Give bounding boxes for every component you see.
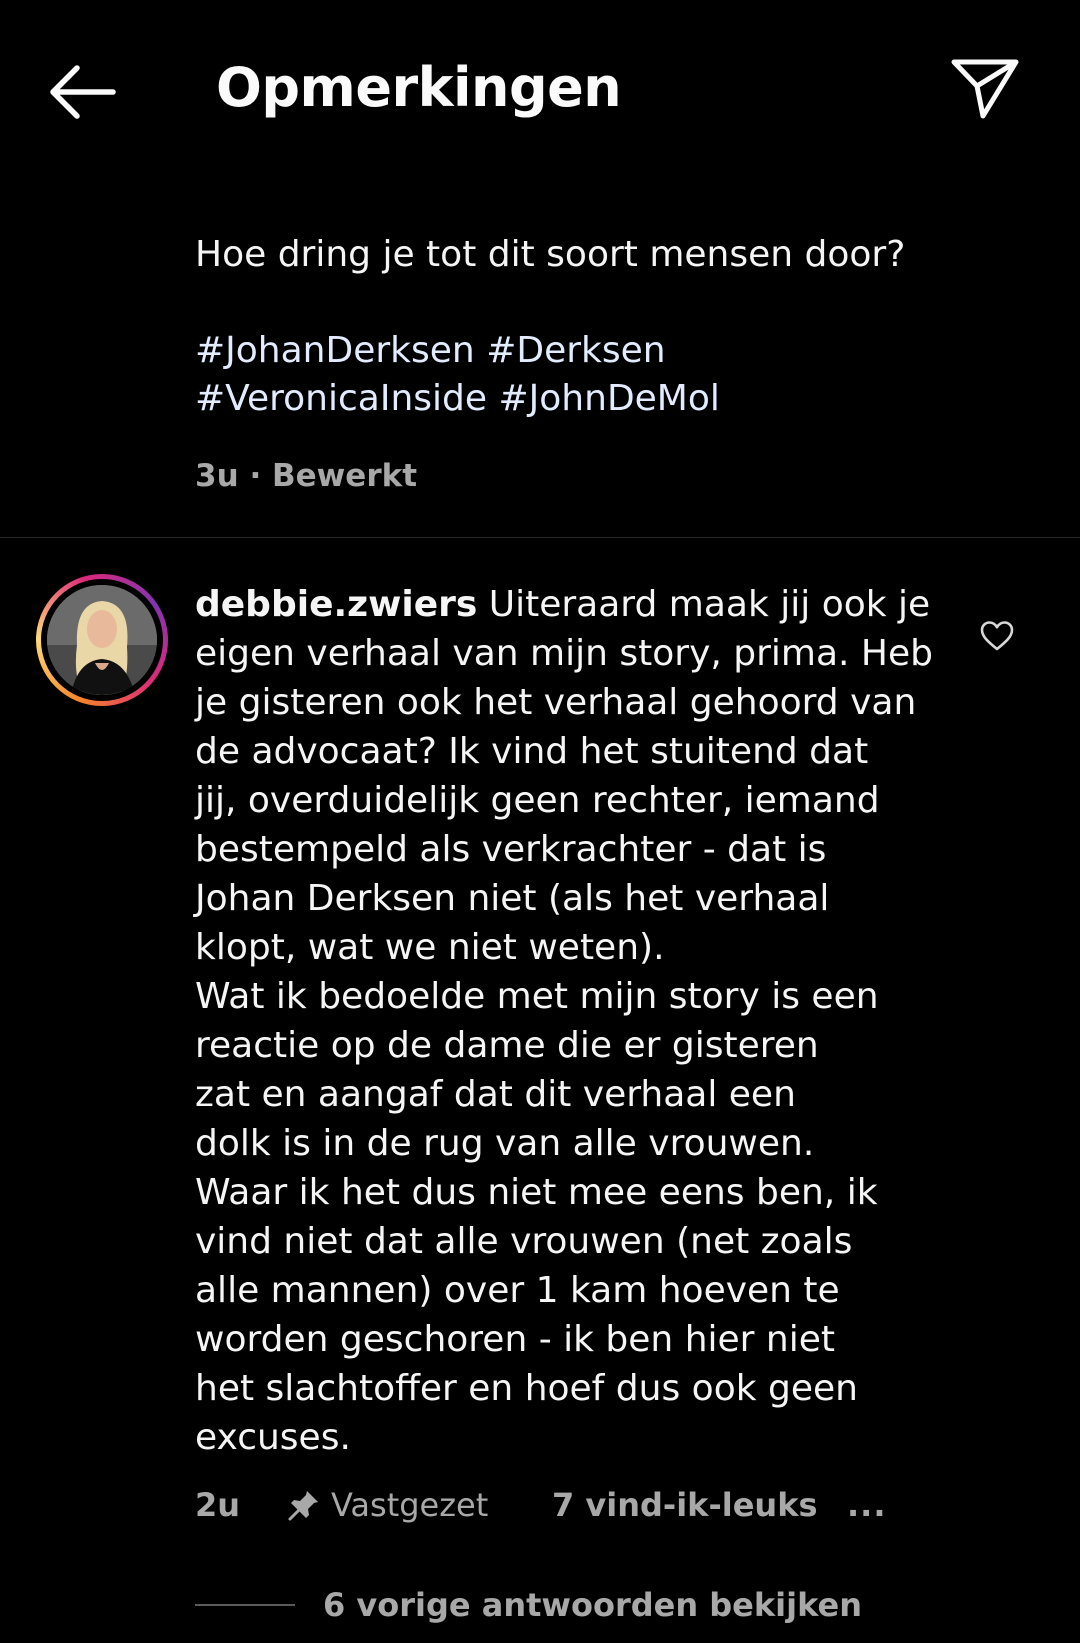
view-replies-button[interactable]: 6 vorige antwoorden bekijken [195, 1586, 862, 1624]
likes-count-link[interactable]: 7 vind-ik-leuks [552, 1486, 847, 1524]
meta-separator: · [249, 458, 262, 494]
comment-text: Uiteraard maak jij ook je eigen verhaal … [195, 584, 933, 1458]
arrow-left-icon [50, 65, 116, 119]
hashtags: #JohanDerksen #Derksen #VeronicaInside #… [195, 327, 995, 423]
divider [0, 537, 1080, 538]
caption-meta: 3u · Bewerkt [195, 458, 417, 494]
comment-body: debbie.zwiers Uiteraard maak jij ook je … [195, 580, 935, 1462]
heart-outline-icon [980, 621, 1014, 651]
share-button[interactable] [945, 48, 1025, 128]
view-replies-label: 6 vorige antwoorden bekijken [323, 1586, 862, 1624]
pin-icon [288, 1491, 318, 1521]
more-options-button[interactable]: ... [847, 1486, 886, 1524]
hashtag-link[interactable]: #JohanDerksen [195, 330, 475, 371]
caption-time: 3u [195, 458, 239, 494]
header-bar: Opmerkingen [0, 0, 1080, 175]
avatar [47, 585, 157, 695]
caption-question: Hoe dring je tot dit soort mensen door? [195, 234, 906, 275]
post-caption: heen, is dat het helaas wel. Hoe dring j… [195, 135, 995, 423]
comment-meta: 2u Vastgezet 7 vind-ik-leuks ... [195, 1482, 886, 1528]
comment-time: 2u [195, 1486, 241, 1524]
hashtag-link[interactable]: #JohnDeMol [499, 378, 720, 419]
comment-username[interactable]: debbie.zwiers [195, 584, 477, 625]
replies-divider-line [195, 1604, 295, 1606]
back-button[interactable] [44, 54, 120, 130]
edited-label: Bewerkt [272, 458, 418, 494]
like-comment-button[interactable] [975, 614, 1019, 658]
avatar-story-ring[interactable] [36, 574, 168, 706]
pinned-label: Vastgezet [331, 1486, 489, 1524]
paper-plane-icon [951, 59, 1019, 119]
hashtag-link[interactable]: #VeronicaInside [195, 378, 487, 419]
hashtag-link[interactable]: #Derksen [486, 330, 665, 371]
pinned-indicator: Vastgezet [287, 1486, 552, 1524]
page-title: Opmerkingen [216, 56, 622, 119]
